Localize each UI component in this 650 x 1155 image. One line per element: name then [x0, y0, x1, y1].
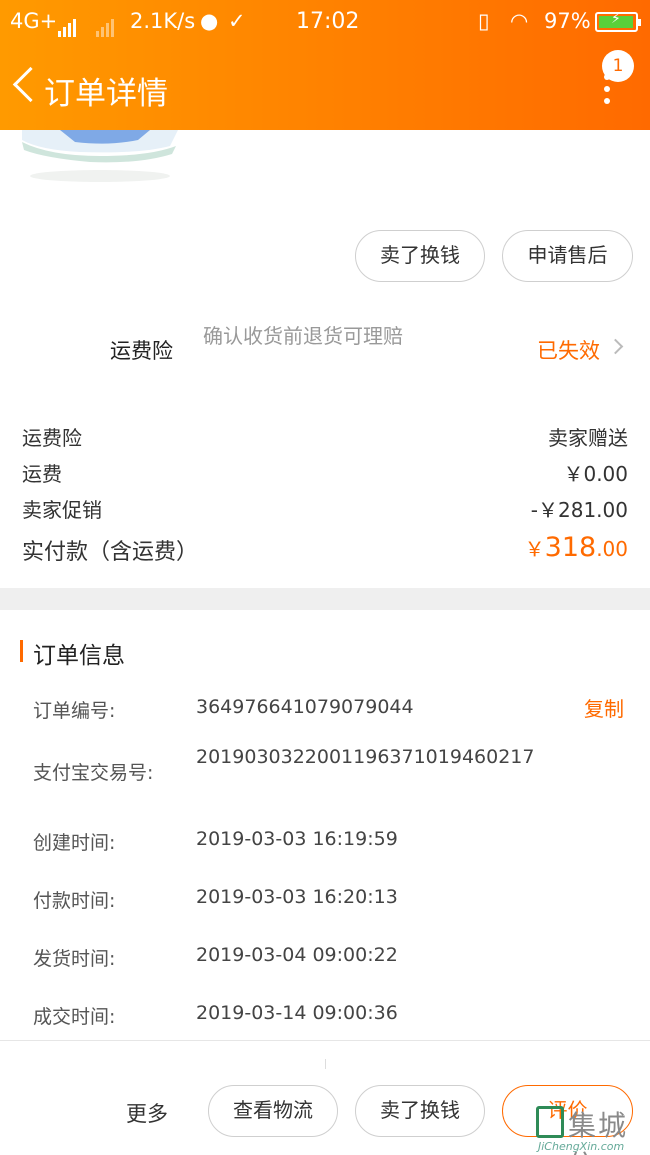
shield-icon: ✓: [228, 9, 246, 33]
vibrate-icon: ▯: [478, 9, 490, 33]
signal-icon: [58, 13, 78, 37]
price-row-label: 卖家促销: [22, 498, 102, 522]
view-logistics-button[interactable]: 查看物流: [208, 1085, 338, 1137]
sell-for-cash-button[interactable]: 卖了换钱: [355, 230, 485, 282]
total-decimal: .00: [596, 537, 628, 561]
alipay-trade-label: 支付宝交易号:: [33, 762, 154, 784]
price-row-value: ￥0.00: [563, 462, 628, 486]
payment-time-label: 付款时间:: [33, 890, 116, 912]
status-bar: 4G+ 2.1K/s ● ✓ 17:02 ▯ ◠ 97% ⚡: [0, 0, 650, 44]
insurance-label: 运费险: [110, 339, 173, 363]
order-number-label: 订单编号:: [33, 700, 116, 722]
created-time-value: 2019-03-03 16:19:59: [196, 828, 398, 850]
alipay-trade-value: 2019030322001196371019460217: [196, 746, 535, 768]
price-row-value: 卖家赠送: [548, 426, 628, 450]
insurance-status: 已失效: [537, 339, 600, 363]
bar-separator: [325, 1059, 326, 1069]
copy-order-number-button[interactable]: 复制: [584, 693, 624, 722]
created-time-label: 创建时间:: [33, 832, 116, 854]
message-badge: 1: [602, 50, 634, 82]
qq-icon: ●: [200, 9, 219, 33]
battery-icon: ⚡: [595, 11, 641, 32]
charging-icon: ⚡: [611, 11, 621, 27]
section-divider: [0, 588, 650, 610]
sell-for-cash-bottom-button[interactable]: 卖了换钱: [355, 1085, 485, 1137]
section-accent-bar: [20, 640, 23, 662]
price-row-label: 运费险: [22, 426, 82, 450]
chevron-right-icon: [607, 338, 624, 355]
clock: 17:02: [296, 9, 360, 34]
battery-percent: 97%: [544, 9, 591, 33]
shipping-time-label: 发货时间:: [33, 948, 116, 970]
app-header: 4G+ 2.1K/s ● ✓ 17:02 ▯ ◠ 97% ⚡ 订单详情 1: [0, 0, 650, 130]
total-amount: ￥318.00: [525, 532, 628, 563]
price-row-label: 运费: [22, 462, 62, 486]
signal-secondary-icon: [96, 13, 116, 37]
total-integer: 318: [544, 532, 597, 563]
wifi-icon: ◠: [510, 9, 529, 33]
insurance-description: 确认收货前退货可理赔: [203, 324, 403, 348]
order-number-value: 364976641079079044: [196, 696, 414, 718]
total-label: 实付款（含运费）: [22, 540, 199, 565]
apply-aftersale-button[interactable]: 申请售后: [502, 230, 633, 282]
shipping-time-value: 2019-03-04 09:00:22: [196, 944, 398, 966]
order-detail-page: 4G+ 2.1K/s ● ✓ 17:02 ▯ ◠ 97% ⚡ 订单详情 1 卖了…: [0, 0, 650, 1155]
deal-time-label: 成交时间:: [33, 1006, 116, 1028]
payment-time-value: 2019-03-03 16:20:13: [196, 886, 398, 908]
deal-time-value: 2019-03-14 09:00:36: [196, 1002, 398, 1024]
page-title: 订单详情: [44, 76, 168, 112]
watermark-logo-icon: [536, 1106, 564, 1138]
order-info-title: 订单信息: [33, 643, 125, 669]
watermark: 集城信 JiChengXin.com: [532, 1104, 648, 1155]
product-thumbnail[interactable]: [20, 128, 180, 188]
price-row-value: -￥281.00: [530, 498, 628, 522]
network-type: 4G+: [10, 9, 58, 33]
back-button[interactable]: [8, 64, 44, 108]
total-currency: ￥: [524, 537, 545, 561]
network-speed: 2.1K/s: [130, 9, 196, 33]
more-button[interactable]: 更多: [126, 1098, 168, 1128]
watermark-subtext: JiChengXin.com: [538, 1140, 625, 1153]
